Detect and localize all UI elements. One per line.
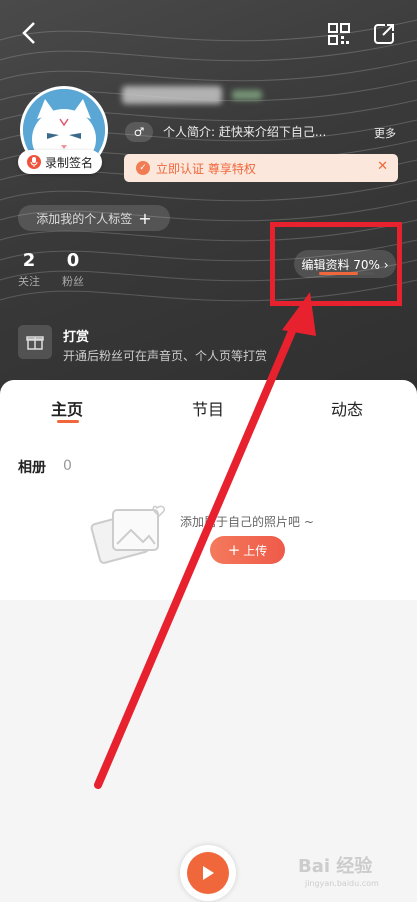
upload-label: 上传 xyxy=(243,543,268,558)
empty-photo-illustration xyxy=(90,505,166,564)
watermark-url: jingyan.baidu.com xyxy=(305,879,379,888)
album-count: 0 xyxy=(63,458,72,474)
verify-banner[interactable]: ✓ 立即认证 尊享特权 ✕ xyxy=(124,154,398,182)
player-button[interactable] xyxy=(180,845,236,901)
add-tag-button[interactable]: 添加我的个人标签 + xyxy=(18,205,170,231)
verified-check-icon: ✓ xyxy=(136,161,150,175)
verify-text: 立即认证 尊享特权 xyxy=(156,161,256,176)
watermark-logo: Bai 经验 xyxy=(298,856,373,877)
bio-text[interactable]: 个人简介: 赶快来介绍下自己... xyxy=(163,123,353,140)
plus-icon: + xyxy=(138,208,152,228)
back-button[interactable] xyxy=(14,18,44,48)
qr-code-icon xyxy=(328,23,350,45)
reward-title[interactable]: 打赏 xyxy=(63,326,89,345)
share-button[interactable] xyxy=(370,20,398,48)
following-count: 2 xyxy=(22,250,36,271)
following-stat[interactable]: 2 关注 xyxy=(18,250,40,289)
play-icon xyxy=(187,852,229,894)
upload-button[interactable]: + 上传 xyxy=(210,536,285,564)
album-title: 相册 xyxy=(18,460,46,476)
annotation-highlight-box xyxy=(270,222,402,306)
reward-desc: 开通后粉丝可在声音页、个人页等打赏 xyxy=(63,349,268,363)
fans-count: 0 xyxy=(66,250,80,271)
fans-stat[interactable]: 0 粉丝 xyxy=(62,250,84,289)
tab-programs[interactable]: 节目 xyxy=(192,396,224,420)
fans-label: 粉丝 xyxy=(62,275,84,288)
active-tab-indicator xyxy=(57,420,79,423)
share-icon xyxy=(374,24,394,44)
record-signature-label: 录制签名 xyxy=(44,155,93,170)
gift-icon xyxy=(18,325,52,359)
plus-icon: + xyxy=(227,541,241,559)
male-icon: ♂ xyxy=(133,125,145,139)
add-tag-label: 添加我的个人标签 xyxy=(36,211,133,226)
album-empty-text: 添加属于自己的照片吧 ~ xyxy=(180,515,314,529)
chevron-left-icon xyxy=(22,22,35,44)
microphone-icon xyxy=(26,155,41,169)
record-signature-button[interactable]: 录制签名 xyxy=(18,150,102,174)
qr-code-button[interactable] xyxy=(325,20,353,48)
tab-activity[interactable]: 动态 xyxy=(331,396,363,420)
close-icon[interactable]: ✕ xyxy=(377,159,388,174)
tab-home[interactable]: 主页 xyxy=(51,396,83,420)
username-blurred xyxy=(122,86,222,104)
more-link[interactable]: 更多 xyxy=(374,125,396,141)
gender-badge: ♂ xyxy=(125,122,153,142)
following-label: 关注 xyxy=(18,275,40,288)
user-level-badge-blurred xyxy=(232,90,262,100)
